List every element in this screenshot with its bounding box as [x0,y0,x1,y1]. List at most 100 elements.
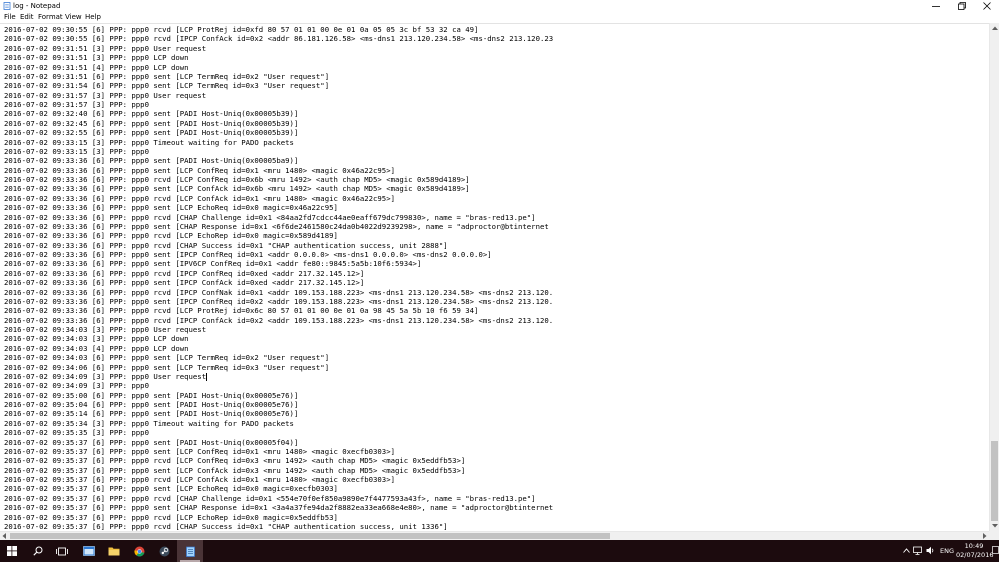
log-line: 2016-07-02 09:32:40 [6] PPP: ppp0 sent [… [4,109,299,119]
log-line: 2016-07-02 09:34:09 [3] PPP: ppp0 User r… [4,371,207,381]
scroll-right-arrow-icon[interactable] [982,533,987,539]
log-line: 2016-07-02 09:34:03 [3] PPP: ppp0 LCP do… [4,334,189,344]
log-line: 2016-07-02 09:35:00 [6] PPP: ppp0 sent [… [4,390,299,400]
chrome-icon [133,546,144,556]
log-line: 2016-07-02 09:35:37 [6] PPP: ppp0 rcvd [… [4,512,338,522]
log-line: 2016-07-02 09:35:14 [6] PPP: ppp0 sent [… [4,409,299,419]
menu-help[interactable]: Help [85,13,101,22]
network-icon[interactable] [913,546,922,555]
log-line: 2016-07-02 09:33:36 [6] PPP: ppp0 rcvd [… [4,193,395,203]
notifications-icon[interactable] [992,546,999,555]
log-line: 2016-07-02 09:31:57 [3] PPP: ppp0 User r… [4,90,207,100]
taskbar-app-chrome[interactable] [127,540,151,562]
taskbar-app-notepad[interactable] [177,540,203,562]
search-icon [33,546,43,556]
clock-time[interactable]: 10:49 [956,542,992,550]
minimize-button[interactable] [924,0,948,12]
restore-icon [958,2,966,10]
log-line: 2016-07-02 09:33:15 [3] PPP: ppp0 Timeou… [4,137,294,147]
log-line: 2016-07-02 09:31:51 [3] PPP: ppp0 User r… [4,43,207,53]
log-line: 2016-07-02 09:33:36 [6] PPP: ppp0 sent [… [4,259,422,269]
menu-view[interactable]: View [65,13,82,22]
log-line: 2016-07-02 09:33:36 [6] PPP: ppp0 rcvd [… [4,287,554,297]
language-indicator[interactable]: ENG [938,547,956,555]
log-line: 2016-07-02 09:33:36 [6] PPP: ppp0 sent [… [4,296,554,306]
desktop-window-icon [83,546,95,556]
taskbar: ENG 10:49 02/07/2016 [0,540,999,562]
log-line: 2016-07-02 09:33:36 [6] PPP: ppp0 sent [… [4,165,395,175]
scrollbar-corner [989,531,999,540]
menu-format[interactable]: Format [38,13,63,22]
notepad-icon [185,546,195,557]
log-line: 2016-07-02 09:33:36 [6] PPP: ppp0 sent [… [4,184,470,194]
vertical-scroll-thumb[interactable] [991,441,998,521]
log-line: 2016-07-02 09:33:36 [6] PPP: ppp0 rcvd [… [4,175,470,184]
log-line: 2016-07-02 09:35:37 [6] PPP: ppp0 sent [… [4,465,466,475]
scroll-left-arrow-icon[interactable] [2,533,7,539]
close-icon [983,2,991,10]
log-line: 2016-07-02 09:35:04 [6] PPP: ppp0 sent [… [4,400,299,409]
folder-icon [108,547,120,556]
log-line: 2016-07-02 09:33:36 [6] PPP: ppp0 sent [… [4,278,365,288]
log-lines: 2016-07-02 09:30:55 [6] PPP: ppp0 rcvd [… [4,25,553,531]
log-line: 2016-07-02 09:32:45 [6] PPP: ppp0 sent [… [4,118,299,128]
log-line: 2016-07-02 09:34:03 [3] PPP: ppp0 User r… [4,325,207,334]
log-line: 2016-07-02 09:35:35 [3] PPP: ppp0 [4,428,149,438]
scroll-down-arrow-icon[interactable] [990,521,999,531]
scroll-up-arrow-icon[interactable] [990,23,999,33]
log-line: 2016-07-02 09:35:37 [6] PPP: ppp0 rcvd [… [4,493,536,503]
taskbar-app-steam[interactable] [152,540,176,562]
text-caret [206,373,208,382]
log-line: 2016-07-02 09:32:55 [6] PPP: ppp0 sent [… [4,128,299,138]
log-line: 2016-07-02 09:34:09 [3] PPP: ppp0 [4,381,149,391]
log-line: 2016-07-02 09:33:36 [6] PPP: ppp0 rcvd [… [4,315,554,325]
taskbar-app-file-explorer[interactable] [102,540,126,562]
steam-icon [159,546,169,556]
log-line: 2016-07-02 09:35:37 [6] PPP: ppp0 sent [… [4,503,554,513]
taskbar-app-explorer-window[interactable] [77,540,101,562]
horizontal-scrollbar[interactable] [0,531,989,540]
log-line: 2016-07-02 09:33:36 [6] PPP: ppp0 rcvd [… [4,268,365,278]
title-bar[interactable]: log - Notepad [0,0,999,12]
menu-edit[interactable]: Edit [20,13,34,22]
search-button[interactable] [26,540,50,562]
log-line: 2016-07-02 09:33:36 [6] PPP: ppp0 sent [… [4,250,492,259]
log-line: 2016-07-02 09:31:51 [3] PPP: ppp0 LCP do… [4,53,189,63]
log-line: 2016-07-02 09:35:37 [6] PPP: ppp0 rcvd [… [4,521,448,531]
log-line: 2016-07-02 09:33:36 [6] PPP: ppp0 rcvd [… [4,306,479,316]
menu-file[interactable]: File [4,13,16,22]
log-line: 2016-07-02 09:33:36 [6] PPP: ppp0 sent [… [4,221,549,231]
log-line: 2016-07-02 09:35:37 [6] PPP: ppp0 sent [… [4,437,299,447]
log-line: 2016-07-02 09:35:37 [6] PPP: ppp0 rcvd [… [4,475,395,484]
log-line: 2016-07-02 09:35:37 [6] PPP: ppp0 sent [… [4,484,338,494]
log-line: 2016-07-02 09:31:51 [6] PPP: ppp0 sent [… [4,71,330,81]
log-line: 2016-07-02 09:33:36 [6] PPP: ppp0 sent [… [4,203,338,213]
task-view-button[interactable] [50,540,74,562]
window-title: log - Notepad [13,2,61,10]
log-line: 2016-07-02 09:35:37 [6] PPP: ppp0 sent [… [4,446,395,456]
log-line: 2016-07-02 09:34:03 [4] PPP: ppp0 LCP do… [4,343,189,353]
vertical-scrollbar[interactable] [989,23,999,531]
volume-icon[interactable] [926,546,935,555]
log-line: 2016-07-02 09:30:55 [6] PPP: ppp0 rcvd [… [4,25,479,34]
log-line: 2016-07-02 09:31:51 [4] PPP: ppp0 LCP do… [4,62,189,72]
log-line: 2016-07-02 09:34:06 [6] PPP: ppp0 sent [… [4,362,330,372]
log-line: 2016-07-02 09:35:37 [6] PPP: ppp0 rcvd [… [4,456,466,466]
log-line: 2016-07-02 09:31:54 [6] PPP: ppp0 sent [… [4,81,330,91]
chevron-up-icon[interactable] [903,548,910,553]
start-button[interactable] [0,540,24,562]
close-button[interactable] [975,0,999,12]
clock-date[interactable]: 02/07/2016 [956,551,993,559]
minimize-icon [932,6,940,7]
log-line: 2016-07-02 09:33:36 [6] PPP: ppp0 rcvd [… [4,212,536,222]
horizontal-scroll-thumb[interactable] [10,533,610,539]
text-editor[interactable]: 2016-07-02 09:30:55 [6] PPP: ppp0 rcvd [… [0,23,989,532]
log-line: 2016-07-02 09:33:36 [6] PPP: ppp0 rcvd [… [4,240,448,250]
log-line: 2016-07-02 09:33:36 [6] PPP: ppp0 rcvd [… [4,231,338,241]
log-line: 2016-07-02 09:30:55 [6] PPP: ppp0 rcvd [… [4,34,554,44]
maximize-button[interactable] [950,0,974,12]
task-view-icon [56,547,68,555]
log-line: 2016-07-02 09:33:15 [3] PPP: ppp0 [4,146,149,156]
notepad-app-icon [3,2,11,10]
log-line: 2016-07-02 09:35:34 [3] PPP: ppp0 Timeou… [4,418,294,428]
